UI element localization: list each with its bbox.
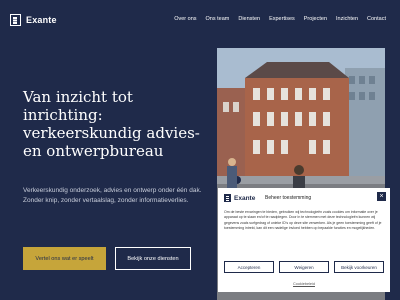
- services-button[interactable]: Bekijk onze diensten: [115, 247, 191, 270]
- cookie-consent-dialog: Exante Beheer toestemming × Om de beste …: [218, 188, 390, 292]
- main-nav: Over ons Ons team Diensten Expertises Pr…: [174, 16, 386, 22]
- deny-button[interactable]: Weigeren: [279, 261, 329, 273]
- cookie-logo-text: Exante: [234, 194, 256, 202]
- cookie-title: Beheer toestemming: [265, 195, 312, 201]
- nav-item-expertises[interactable]: Expertises: [269, 16, 295, 22]
- nav-item-over-ons[interactable]: Over ons: [174, 16, 196, 22]
- site-logo[interactable]: Exante: [10, 14, 57, 26]
- close-icon[interactable]: ×: [377, 192, 386, 201]
- nav-item-diensten[interactable]: Diensten: [238, 16, 260, 22]
- nav-item-contact[interactable]: Contact: [367, 16, 386, 22]
- hero-title: Van inzicht tot inrichting: verkeerskund…: [23, 88, 200, 160]
- preferences-button[interactable]: Bekijk voorkeuren: [334, 261, 384, 273]
- nav-item-ons-team[interactable]: Ons team: [206, 16, 230, 22]
- logo-mark-icon: [224, 194, 231, 202]
- cookie-description: Om de beste ervaringen te bieden, gebrui…: [224, 210, 382, 231]
- cookie-policy-link[interactable]: Cookiebeleid: [218, 282, 390, 286]
- site-header: Exante Over ons Ons team Diensten Expert…: [0, 0, 400, 40]
- logo-mark-icon: [10, 14, 21, 26]
- nav-item-inzichten[interactable]: Inzichten: [336, 16, 358, 22]
- accept-button[interactable]: Accepteren: [224, 261, 274, 273]
- hero-subtitle: Verkeerskundig onderzoek, advies en ontw…: [23, 187, 202, 204]
- logo-text: Exante: [26, 15, 57, 25]
- nav-item-projecten[interactable]: Projecten: [304, 16, 327, 22]
- cookie-logo: Exante: [224, 194, 255, 202]
- cookie-button-row: Accepteren Weigeren Bekijk voorkeuren: [224, 261, 384, 273]
- contact-cta-button[interactable]: Vertel ons wat er speelt: [23, 247, 106, 270]
